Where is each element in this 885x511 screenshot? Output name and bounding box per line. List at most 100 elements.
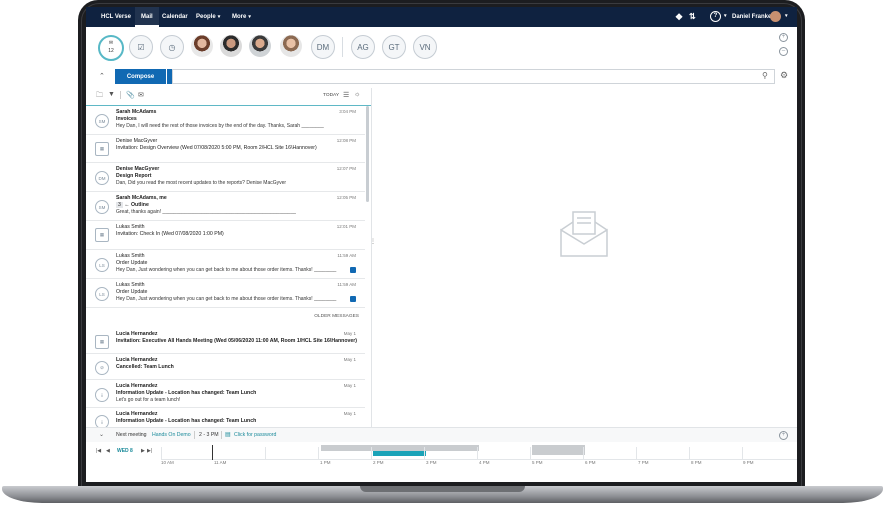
timeline-date[interactable]: WED 8: [117, 448, 133, 454]
person-initials[interactable]: AG: [351, 35, 375, 59]
subject: Information Update - Location has change…: [116, 390, 257, 396]
attachment-icon[interactable]: 📎: [126, 91, 135, 99]
mail-count-button[interactable]: ✉ 12: [98, 35, 124, 61]
preview: Hey Dan, Just wondering when you can get…: [116, 267, 337, 273]
meeting-time: 2 - 3 PM: [199, 432, 219, 438]
list-item[interactable]: i Lucia Hernandez May 1 Information Upda…: [86, 408, 365, 427]
cancel-icon: ⊘: [95, 361, 109, 375]
filter-icon[interactable]: ▼: [108, 91, 115, 98]
people-bar: ✉ 12 ☑ ◷ DM AG GT VN + –: [86, 27, 797, 70]
folder-icon[interactable]: 🗀: [96, 91, 103, 102]
time: May 1: [343, 357, 356, 362]
person-avatar[interactable]: [220, 35, 242, 57]
add-icon[interactable]: +: [779, 33, 788, 42]
accessibility-icon[interactable]: ❖: [675, 12, 683, 23]
hour-tick: [530, 447, 531, 459]
chevron-down-icon[interactable]: ⌄: [99, 431, 104, 438]
pane-resize-handle[interactable]: ⋮: [370, 238, 376, 245]
app-window: HCL Verse Mail Calendar People ▾ More ▾ ❖ …: [86, 7, 797, 482]
list-view-icon[interactable]: ☰: [343, 91, 349, 99]
sync-icon[interactable]: ⇅: [689, 12, 696, 21]
brand-logo[interactable]: HCL Verse: [101, 14, 131, 20]
user-name[interactable]: Daniel Frankel: [732, 14, 773, 20]
sender: Sarah McAdams: [116, 109, 157, 115]
nav-more[interactable]: More ▾: [232, 14, 251, 20]
hour-label: 6 PM: [585, 460, 596, 465]
busy-block[interactable]: [532, 445, 585, 455]
hour-tick: [583, 447, 584, 459]
list-item[interactable]: ▦ Denise MacGyver 12:08 PM Invitation: D…: [86, 135, 365, 163]
info-icon: i: [95, 388, 109, 402]
list-item[interactable]: ⊘ Lucia Hernandez May 1 Cancelled: Team …: [86, 354, 365, 380]
calendar-icon: ▦: [95, 335, 109, 349]
list-item[interactable]: SM Sarah McAdams 3:04 PM Invoices Hey Da…: [86, 106, 365, 135]
next-meeting-label: Next meeting: [116, 432, 147, 438]
meeting-title-link[interactable]: Hands On Demo: [152, 432, 191, 438]
hour-tick: [689, 447, 690, 459]
previous-icon[interactable]: ◀: [106, 448, 110, 454]
avatar-initials: DM: [95, 171, 109, 185]
sender: Sarah McAdams, me: [116, 195, 167, 201]
sender: Lukas Smith: [116, 224, 145, 230]
envelope-icon[interactable]: ✉: [138, 91, 144, 99]
checkbox[interactable]: [350, 296, 356, 302]
hour-tick: [742, 447, 743, 459]
list-item[interactable]: SM Sarah McAdams, me 12:05 PM 3 ← Outlin…: [86, 192, 365, 221]
search-icon[interactable]: ⚲: [762, 71, 768, 80]
subject: Outline: [130, 202, 149, 208]
hour-tick: [636, 447, 637, 459]
user-avatar[interactable]: [770, 11, 781, 22]
tasks-icon[interactable]: ☑: [129, 35, 153, 59]
person-initials[interactable]: VN: [413, 35, 437, 59]
list-item[interactable]: LS Lukas Smith 11:59 AM Order Update Hey…: [86, 279, 365, 308]
help-icon[interactable]: ?: [710, 11, 721, 22]
search-input[interactable]: [172, 69, 775, 84]
chevron-down-icon[interactable]: ▾: [783, 13, 788, 19]
list-item[interactable]: LS Lukas Smith 11:59 AM Order Update Hey…: [86, 250, 365, 279]
reply-icon: ←: [124, 202, 130, 208]
preview: Hey Dan, I will need the rest of those i…: [116, 123, 324, 129]
collapse-icon[interactable]: ⌃: [99, 72, 105, 80]
person-avatar[interactable]: [280, 35, 302, 57]
divider: [120, 91, 121, 99]
minus-icon[interactable]: –: [779, 47, 788, 56]
hour-tick: [477, 447, 478, 459]
time: May 1: [343, 411, 356, 416]
scrollbar[interactable]: [366, 106, 369, 202]
chevron-down-icon[interactable]: ▾: [722, 13, 727, 19]
divider: [194, 431, 195, 439]
list-item[interactable]: ▦ Lukas Smith 12:01 PM Invitation: Check…: [86, 221, 365, 250]
hour-tick: [371, 447, 372, 459]
hour-label: 3 PM: [426, 460, 437, 465]
person-avatar[interactable]: [249, 35, 271, 57]
nav-calendar[interactable]: Calendar: [162, 14, 188, 20]
hour-label: 11 AM: [214, 460, 227, 465]
person-initials[interactable]: DM: [311, 35, 335, 59]
sort-label[interactable]: TODAY: [323, 93, 339, 98]
list-item[interactable]: ▦ Lucia Hernandez May 1 Invitation: Exec…: [86, 328, 365, 354]
mail-icon: ✉: [108, 40, 114, 46]
time: May 1: [343, 331, 356, 336]
checkbox[interactable]: [350, 267, 356, 273]
compose-button[interactable]: Compose: [115, 69, 166, 84]
nav-mail[interactable]: Mail: [135, 7, 159, 27]
hour-tick: [318, 447, 319, 459]
chevron-down-icon: ▾: [217, 14, 221, 20]
next-icon[interactable]: ▶: [141, 448, 145, 454]
gear-icon[interactable]: ⚙: [780, 70, 788, 81]
list-item[interactable]: i Lucia Hernandez May 1 Information Upda…: [86, 380, 365, 408]
first-page-icon[interactable]: |◀: [96, 448, 101, 454]
refresh-icon[interactable]: ☼: [354, 91, 360, 98]
subject: Design Report: [116, 173, 152, 179]
empty-mail-icon: [560, 211, 608, 257]
meeting-block[interactable]: [373, 451, 426, 456]
clock-icon[interactable]: ◷: [160, 35, 184, 59]
add-icon[interactable]: +: [779, 431, 788, 440]
password-link[interactable]: Click for password: [234, 432, 276, 438]
list-item[interactable]: DM Denise MacGyver 12:07 PM Design Repor…: [86, 163, 365, 192]
person-initials[interactable]: GT: [382, 35, 406, 59]
divider: [342, 37, 343, 57]
last-page-icon[interactable]: ▶|: [147, 448, 152, 454]
person-avatar[interactable]: [191, 35, 213, 57]
nav-people[interactable]: People ▾: [196, 14, 220, 20]
